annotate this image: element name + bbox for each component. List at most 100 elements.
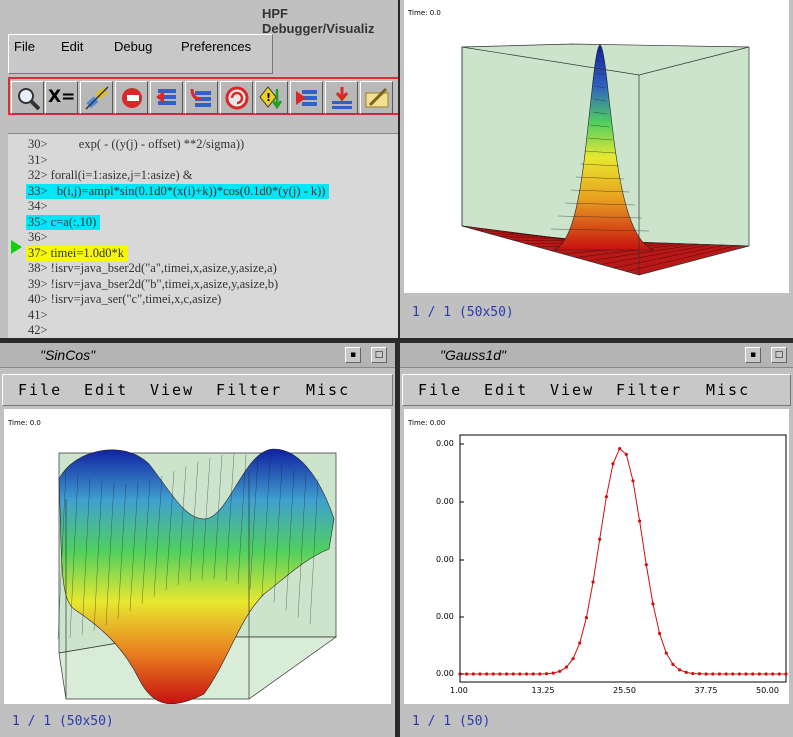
gauss2d-status: 1 / 1 (50x50) xyxy=(412,305,514,320)
download-button[interactable] xyxy=(325,81,358,114)
gauss1d-titlebar: "Gauss1d" ▪ □ xyxy=(400,343,793,368)
restart-button[interactable] xyxy=(220,81,253,114)
current-line-marker xyxy=(11,240,22,254)
data-point xyxy=(611,462,615,466)
data-point xyxy=(691,671,695,676)
sincos-menu-filter[interactable]: Filter xyxy=(216,381,282,399)
gauss2d-surface-plot xyxy=(461,43,750,276)
sincos-menu-edit[interactable]: Edit xyxy=(84,381,128,399)
data-point xyxy=(604,495,608,499)
menu-file[interactable]: File xyxy=(14,39,35,54)
sincos-status: 1 / 1 (50x50) xyxy=(12,714,114,729)
gauss2d-plot-area: Time: 0.0 xyxy=(404,0,789,293)
gauss1d-menu-misc[interactable]: Misc xyxy=(706,381,750,399)
maximize-button[interactable]: □ xyxy=(371,347,387,363)
gauss1d-menu-file[interactable]: File xyxy=(418,381,462,399)
data-point xyxy=(684,670,688,674)
sincos-title: "SinCos" xyxy=(40,347,96,363)
data-point xyxy=(471,672,475,676)
code-line[interactable]: 42> xyxy=(28,323,48,338)
debugger-title: HPF Debugger/Visualiz xyxy=(262,6,375,36)
gauss1d-minimize-button[interactable]: ▪ xyxy=(745,347,761,363)
next-button[interactable] xyxy=(290,81,323,114)
step-back-button[interactable] xyxy=(185,81,218,114)
code-line[interactable]: 38> !isrv=java_bser2d("a",timei,x,asize,… xyxy=(28,261,277,276)
gauss2d-window: Time: 0.0 1 / 1 (50x50) xyxy=(400,0,793,338)
data-point xyxy=(564,665,569,669)
code-line[interactable]: 36> xyxy=(28,230,48,245)
debugger-window: HPF Debugger/Visualiz File Edit Debug Pr… xyxy=(0,0,398,338)
data-point xyxy=(591,580,595,584)
step-icon xyxy=(156,89,176,105)
x-tick-label: 50.00 xyxy=(756,686,779,695)
data-point xyxy=(724,672,728,676)
code-line[interactable]: 35> c=a(:,10) xyxy=(26,214,101,230)
data-point xyxy=(638,519,642,523)
gauss1d-menu-view[interactable]: View xyxy=(550,381,594,399)
data-point xyxy=(478,672,482,676)
edit-button[interactable] xyxy=(360,81,393,114)
step-button[interactable] xyxy=(150,81,183,114)
data-point xyxy=(498,672,502,676)
gauss1d-menu-filter[interactable]: Filter xyxy=(616,381,682,399)
gauss1d-maximize-button[interactable]: □ xyxy=(771,347,787,363)
x-tick-label: 1.00 xyxy=(450,686,468,695)
data-point xyxy=(578,641,582,645)
data-point xyxy=(644,563,648,567)
sincos-menu-misc[interactable]: Misc xyxy=(306,381,350,399)
data-point xyxy=(751,672,755,676)
data-point xyxy=(598,537,602,541)
data-point xyxy=(524,672,529,676)
x-equals-button[interactable]: X= xyxy=(45,81,78,114)
sincos-menubar: File Edit View Filter Misc xyxy=(2,374,393,406)
menu-preferences[interactable]: Preferences xyxy=(181,39,251,54)
gauss1d-status: 1 / 1 (50) xyxy=(412,714,491,729)
data-point xyxy=(677,668,682,672)
data-point xyxy=(558,669,562,673)
zoom-button[interactable] xyxy=(11,81,44,114)
code-line[interactable]: 30> exp( - ((y(j) - offset) **2/sigma)) xyxy=(28,137,244,152)
code-line[interactable]: 31> xyxy=(28,153,48,168)
data-point xyxy=(771,672,775,676)
data-point xyxy=(465,672,469,676)
sincos-titlebar: "SinCos" ▪ □ xyxy=(0,343,395,368)
warning-icon: ! xyxy=(259,86,283,110)
stop-button[interactable] xyxy=(115,81,148,114)
data-point xyxy=(764,672,768,676)
x-tick-label: 37.75 xyxy=(694,686,718,695)
sincos-menu-file[interactable]: File xyxy=(18,381,62,399)
gauss1d-window: "Gauss1d" ▪ □ File Edit View Filter Misc… xyxy=(400,343,793,737)
data-point xyxy=(737,672,742,676)
data-point xyxy=(618,447,622,451)
gauss1d-plot-area: Time: 0.00 0.00 0.00 0.00 0.00 0.00 1.00 13.2… xyxy=(404,409,789,704)
data-point xyxy=(744,672,748,676)
code-line[interactable]: 34> xyxy=(28,199,48,214)
step-back-icon xyxy=(190,88,211,107)
menu-debug[interactable]: Debug xyxy=(114,39,152,54)
data-point xyxy=(731,672,735,676)
gauss1d-menu-edit[interactable]: Edit xyxy=(484,381,528,399)
data-point xyxy=(538,672,542,676)
sincos-menu-view[interactable]: View xyxy=(150,381,194,399)
code-line[interactable]: 33> b(i,j)=ampl*sin(0.1d0*(x(i)+k))*cos(… xyxy=(26,183,330,199)
data-point xyxy=(531,672,535,676)
data-point xyxy=(518,672,522,676)
data-point xyxy=(711,672,715,676)
data-point xyxy=(504,672,509,676)
data-point xyxy=(511,672,515,676)
connect-icon xyxy=(85,86,109,110)
code-line[interactable]: 41> xyxy=(28,308,48,323)
x-equals-icon: X= xyxy=(48,87,76,107)
minimize-button[interactable]: ▪ xyxy=(345,347,361,363)
code-line[interactable]: 32> forall(i=1:asize,j=1:asize) & xyxy=(28,168,193,183)
data-point xyxy=(624,452,628,456)
y-tick-label: 0.00 xyxy=(436,439,454,448)
data-point xyxy=(651,602,655,606)
menu-edit[interactable]: Edit xyxy=(61,39,83,54)
connect-button[interactable] xyxy=(80,81,113,114)
code-line[interactable]: 37> timei=1.0d0*k xyxy=(26,245,129,261)
data-point xyxy=(571,656,575,661)
warning-button[interactable]: ! xyxy=(255,81,288,114)
code-line[interactable]: 39> !isrv=java_bser2d("b",timei,x,asize,… xyxy=(28,277,278,292)
code-line[interactable]: 40> !isrv=java_ser("c",timei,x,c,asize) xyxy=(28,292,221,307)
